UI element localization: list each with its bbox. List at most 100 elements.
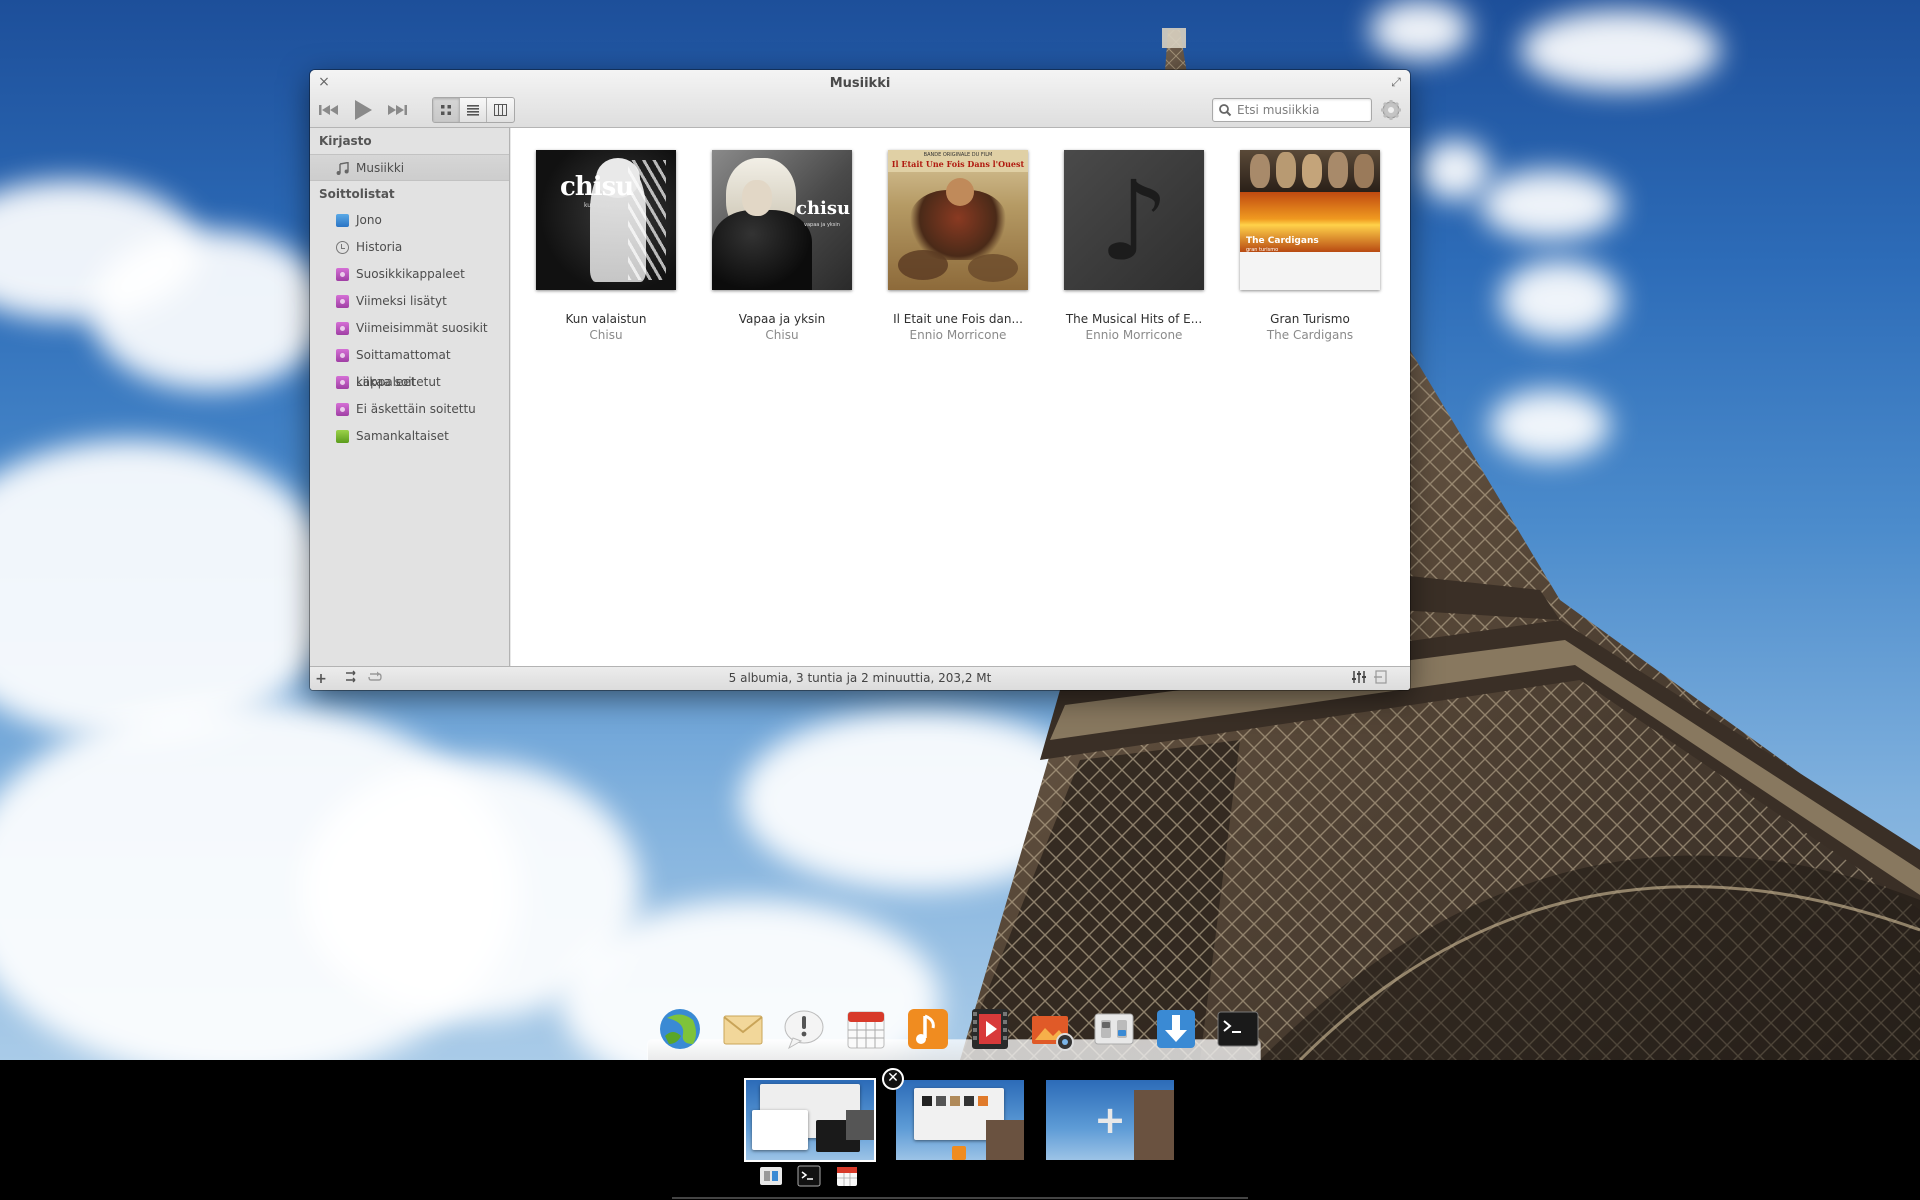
grid-view-button[interactable] — [433, 98, 460, 122]
album-artist: Chisu — [589, 328, 623, 342]
smart-playlist-icon — [336, 349, 349, 362]
mail-icon[interactable] — [720, 1006, 766, 1052]
smart-playlist-icon — [336, 268, 349, 281]
new-workspace-thumbnail[interactable]: + — [1046, 1080, 1174, 1160]
music-app-window: × Musiikki ⤢ Etsi musiikkia Kirjasto Mus… — [310, 70, 1410, 690]
equalizer-button[interactable] — [1350, 670, 1368, 688]
downloads-icon[interactable] — [1153, 1006, 1199, 1052]
previous-track-button[interactable] — [316, 98, 342, 122]
calendar-icon[interactable] — [843, 1006, 889, 1052]
next-track-button[interactable] — [384, 98, 410, 122]
album-grid: chisu kun valaistun Kun valaistun Chisu … — [511, 128, 1410, 666]
sidebar: Kirjasto Musiikki Soittolistat Jono Hist… — [310, 128, 510, 666]
album-cover-text: Il Etait Une Fois Dans l'Ouest — [891, 159, 1025, 169]
play-icon — [355, 100, 372, 120]
add-workspace-button[interactable]: + — [1046, 1080, 1174, 1160]
album-item[interactable]: chisu kun valaistun Kun valaistun Chisu — [536, 150, 676, 342]
album-cover: The Cardigans gran turismo — [1240, 150, 1380, 290]
view-mode-switcher — [432, 97, 515, 123]
search-input[interactable] — [1237, 103, 1365, 117]
album-artist: Ennio Morricone — [1085, 328, 1183, 342]
sidebar-item-history[interactable]: Historia — [310, 234, 509, 261]
list-view-button[interactable] — [460, 98, 487, 122]
album-cover-text: ♪ — [1098, 157, 1170, 285]
workspace-2-thumbnail[interactable] — [896, 1080, 1024, 1160]
album-title: Kun valaistun — [565, 312, 647, 326]
sidebar-item-label: Samankaltaiset — [356, 429, 449, 443]
info-panel-button[interactable] — [1372, 670, 1390, 688]
album-item[interactable]: BANDE ORIGINALE DU FILM Il Etait Une Foi… — [888, 150, 1028, 342]
album-cover-text: chisu — [796, 198, 851, 219]
smart-playlist-icon — [336, 295, 349, 308]
music-icon[interactable] — [905, 1006, 951, 1052]
album-title: Il Etait une Fois dan... — [893, 312, 1023, 326]
smart-playlist-icon — [336, 322, 349, 335]
album-item[interactable]: chisu vapaa ja yksin Vapaa ja yksin Chis… — [712, 150, 852, 342]
search-field[interactable] — [1212, 98, 1372, 122]
midori-browser-icon[interactable] — [657, 1006, 703, 1052]
playlists-header: Soittolistat — [319, 187, 395, 201]
search-icon — [1219, 104, 1232, 117]
sidebar-item-queue[interactable]: Jono — [310, 207, 509, 234]
workspace-switcher: ✕ + — [0, 1060, 1920, 1200]
album-title: The Musical Hits of E... — [1065, 312, 1203, 326]
sidebar-item-over-played[interactable]: Liikaa soitetut — [310, 369, 509, 396]
sidebar-item-favorite-songs[interactable]: Suosikkikappaleet — [310, 261, 509, 288]
sidebar-item-label: Viimeksi lisätyt — [356, 294, 447, 308]
sidebar-item-label: Musiikki — [356, 161, 405, 175]
column-view-icon — [494, 104, 507, 116]
album-cover-subtext: kun valaistun — [584, 202, 625, 209]
album-cover-text: chisu — [560, 172, 634, 202]
album-artist: The Cardigans — [1266, 328, 1354, 342]
status-bar: + 5 albumia, 3 tuntia ja 2 minuuttia, 20… — [310, 666, 1410, 690]
sidebar-item-label: Historia — [356, 240, 403, 254]
sidebar-item-label: Suosikkikappaleet — [356, 267, 465, 281]
album-cover: chisu kun valaistun — [536, 150, 676, 290]
column-view-button[interactable] — [487, 98, 514, 122]
remove-workspace-button[interactable]: ✕ — [882, 1068, 904, 1090]
album-cover: ♪ — [1064, 150, 1204, 290]
grid-view-icon — [441, 105, 451, 115]
album-cover-subtext: gran turismo — [1246, 247, 1279, 253]
workspace-1-thumbnail[interactable] — [744, 1078, 876, 1162]
gear-icon — [1381, 100, 1401, 120]
maximize-window-button[interactable]: ⤢ — [1388, 74, 1404, 90]
switchboard-icon[interactable] — [758, 1164, 784, 1188]
album-cover-text: The Cardigans — [1246, 236, 1319, 246]
sidebar-item-similar[interactable]: Samankaltaiset — [310, 423, 509, 450]
album-cover: chisu vapaa ja yksin — [712, 150, 852, 290]
list-view-icon — [467, 105, 479, 116]
sidebar-item-music[interactable]: Musiikki — [310, 154, 509, 181]
terminal-icon[interactable] — [796, 1164, 822, 1188]
settings-button[interactable] — [1380, 99, 1402, 121]
album-item[interactable]: The Cardigans gran turismo Gran Turismo … — [1240, 150, 1380, 342]
album-item[interactable]: ♪ The Musical Hits of E... Ennio Morrico… — [1064, 150, 1204, 342]
play-button[interactable] — [350, 98, 376, 122]
calendar-icon[interactable] — [834, 1164, 860, 1188]
album-cover-subtext: BANDE ORIGINALE DU FILM — [923, 152, 993, 158]
workspace-indicator-line — [672, 1197, 1248, 1199]
switchboard-icon[interactable] — [1091, 1006, 1137, 1052]
sidebar-item-recently-added[interactable]: Viimeksi lisätyt — [310, 288, 509, 315]
sidebar-item-label: Viimeisimmät suosikit — [356, 321, 488, 335]
sidebar-item-not-recently-played[interactable]: Ei äskettäin soitettu — [310, 396, 509, 423]
queue-icon — [336, 214, 349, 227]
terminal-icon[interactable] — [1215, 1006, 1261, 1052]
sidebar-item-never-played[interactable]: Soittamattomat kappaleet — [310, 342, 509, 389]
history-icon — [336, 241, 349, 254]
window-title: Musiikki — [829, 76, 891, 91]
videos-icon[interactable] — [967, 1006, 1013, 1052]
skip-back-icon — [319, 105, 338, 115]
album-title: Vapaa ja yksin — [738, 312, 826, 326]
shotwell-icon[interactable] — [1029, 1006, 1075, 1052]
album-cover: BANDE ORIGINALE DU FILM Il Etait Une Foi… — [888, 150, 1028, 290]
music-note-icon — [336, 162, 349, 175]
album-artist: Ennio Morricone — [909, 328, 1007, 342]
library-header: Kirjasto — [319, 134, 372, 148]
album-artist: Chisu — [765, 328, 799, 342]
sidebar-item-label: Ei äskettäin soitettu — [356, 402, 476, 416]
sidebar-item-label: Liikaa soitetut — [356, 375, 441, 389]
similar-icon — [336, 430, 349, 443]
notifications-icon[interactable] — [781, 1006, 827, 1052]
sidebar-item-recent-favorites[interactable]: Viimeisimmät suosikit — [310, 315, 509, 342]
